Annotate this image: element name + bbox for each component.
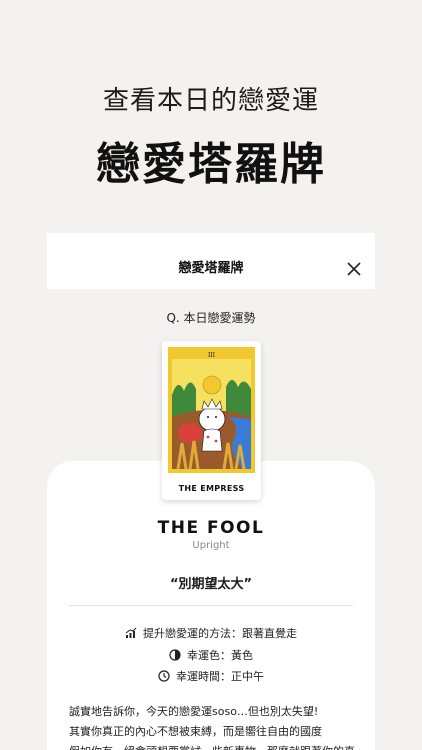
promo-subtitle: 查看本日的戀愛運 xyxy=(102,86,319,116)
chart-up-icon xyxy=(125,627,137,638)
promo-title: 戀愛塔羅牌 xyxy=(96,139,326,190)
tip-lucky-time-text: 幸運時間：正中午 xyxy=(176,670,264,683)
tip-lucky-color-text: 幸運色：黃色 xyxy=(187,649,253,662)
half-circle-icon xyxy=(169,649,181,661)
app-header: 戀愛塔羅牌 xyxy=(47,233,375,289)
header-title: 戀愛塔羅牌 xyxy=(178,261,244,276)
reading-line: 假如你有，絕會頭想要嘗試一些新事物，那麼就跟著你的直 xyxy=(69,742,359,750)
card-name: THE EMPRESS xyxy=(178,484,245,493)
card-numeral: III xyxy=(208,352,216,359)
tip-lucky-time: 幸運時間：正中午 xyxy=(47,668,375,684)
tip-method-text: 提升戀愛運的方法：跟著直覺走 xyxy=(143,627,297,640)
result-title: THE FOOL xyxy=(157,518,265,538)
question-text: Q. 本日戀愛運勢 xyxy=(166,311,256,325)
app-screen: 戀愛塔羅牌 Q. 本日戀愛運勢 III THE EMPRESS THE FOOL… xyxy=(47,233,375,750)
reading-line: 誠實地告訴你，今天的戀愛運soso…但也別太失望! xyxy=(69,705,319,718)
tarot-card[interactable]: III THE EMPRESS xyxy=(162,341,261,500)
reading-body: 誠實地告訴你，今天的戀愛運soso…但也別太失望! 其實你真正的內心不想被束縛，… xyxy=(69,702,359,750)
reading-line: 其實你真正的內心不想被束縛，而是嚮往自由的國度 xyxy=(69,725,322,738)
divider xyxy=(69,605,353,606)
result-quote: “別期望太大” xyxy=(169,577,253,592)
card-orientation: Upright xyxy=(192,540,230,551)
close-button[interactable] xyxy=(345,260,363,278)
clock-icon xyxy=(158,670,170,682)
tarot-card-illustration: III xyxy=(168,347,255,473)
tip-lucky-color: 幸運色：黃色 xyxy=(47,647,375,663)
close-icon xyxy=(347,262,361,276)
tip-method: 提升戀愛運的方法：跟著直覺走 xyxy=(47,625,375,641)
